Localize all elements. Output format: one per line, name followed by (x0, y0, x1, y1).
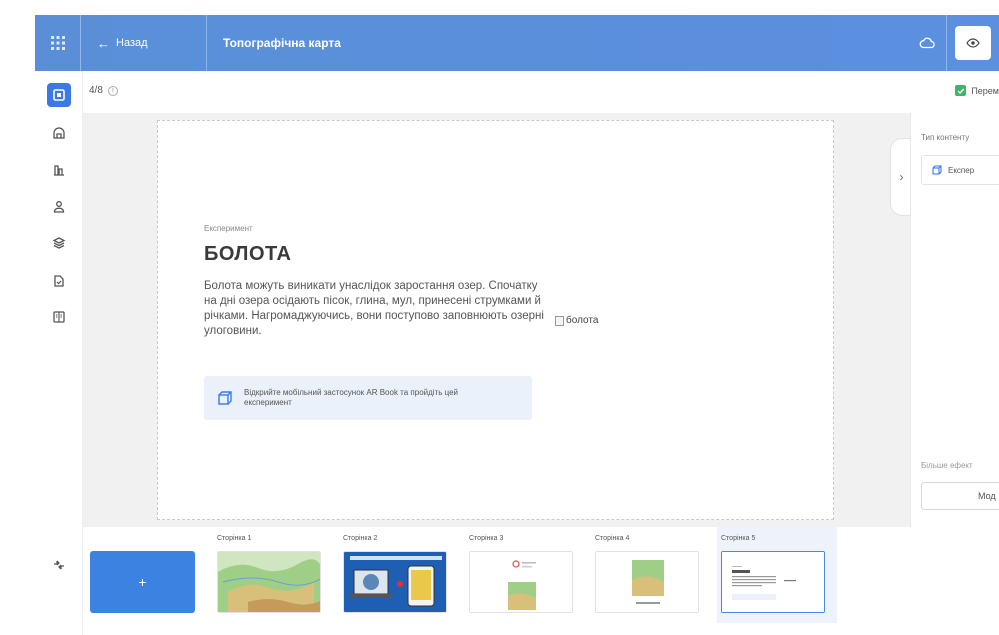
grid-icon (50, 36, 65, 50)
page-thumbnail-label: Сторінка 2 (343, 535, 378, 542)
content-type-label: Тип контенту (921, 133, 970, 142)
layers-icon (52, 237, 66, 249)
map-thumbnail-image (218, 552, 320, 612)
info-icon[interactable]: i (107, 85, 118, 96)
page-thumbnail-label: Сторінка 1 (217, 535, 252, 542)
page-thumbnail-5[interactable]: Сторінка 5 (717, 527, 837, 623)
page-thumbnail-3[interactable]: Сторінка 3 (465, 527, 585, 623)
mode-button-label: Мод (978, 491, 996, 501)
rail-library-button[interactable] (47, 305, 71, 329)
effects-label: Більше ефект (921, 461, 973, 470)
rail-slides-button[interactable] (47, 83, 71, 107)
rail-home-button[interactable] (47, 121, 71, 145)
plugin-icon (54, 560, 64, 570)
page-thumbnail-2[interactable]: Сторінка 2 (339, 527, 459, 623)
content-type-value: Експер (948, 165, 975, 175)
content-type-select[interactable]: Експер (921, 155, 999, 185)
users-icon (53, 201, 65, 213)
page-thumbnail-preview (343, 551, 447, 613)
slide-icon (53, 89, 65, 101)
slide-image-alt: болота (566, 315, 599, 326)
page-counter: 4/8 i (89, 85, 118, 96)
slide-image[interactable]: болота (555, 315, 598, 326)
checkbox-checked-icon[interactable] (955, 85, 967, 96)
cloud-icon (919, 37, 935, 49)
back-label: Назад (116, 37, 148, 49)
devices-thumbnail-image (344, 552, 446, 612)
back-button[interactable]: ← Назад (81, 15, 207, 71)
page-counter-text: 4/8 (89, 85, 103, 96)
add-page-button[interactable]: + (90, 551, 195, 613)
arrow-left-icon: ← (97, 35, 110, 51)
page-thumbnail-label: Сторінка 3 (469, 535, 504, 542)
rail-users-button[interactable] (47, 195, 71, 219)
preview-toggle-label: Перем (971, 85, 999, 96)
slide-type-label: Експеримент (204, 224, 253, 233)
page-thumbnail-preview (469, 551, 573, 613)
apps-grid-button[interactable] (35, 15, 81, 71)
ar-banner-text: Відкрийте мобільний застосунок AR Book т… (244, 388, 459, 407)
slide-body-text[interactable]: Болота можуть виникати унаслідок зароста… (204, 279, 544, 339)
page-thumbnail-4[interactable]: Сторінка 4 (591, 527, 711, 623)
mode-button[interactable]: Мод (921, 482, 999, 510)
app-window: ← Назад Топографічна карта 4/8 i Перем Е… (0, 0, 999, 635)
slide-thumbnail-image (722, 552, 824, 612)
eye-icon (966, 38, 980, 48)
rail-layers-button[interactable] (47, 231, 71, 255)
chevron-right-icon: › (899, 170, 904, 184)
rail-plugins-button[interactable] (47, 553, 71, 577)
plus-icon: + (138, 574, 147, 590)
broken-image-icon (555, 315, 564, 326)
properties-panel: Тип контенту Експер Більше ефект Мод (910, 113, 999, 527)
page-thumbnail-1[interactable]: Сторінка 1 (213, 527, 333, 623)
page-thumbnail-preview (595, 551, 699, 613)
cloud-sync-button[interactable] (907, 15, 947, 71)
panel-toggle-button[interactable]: › (890, 138, 912, 216)
rail-documents-button[interactable] (47, 269, 71, 293)
page-thumbnail-preview (721, 551, 825, 613)
page-thumbnail-label: Сторінка 5 (721, 535, 756, 542)
cube-icon (932, 165, 942, 175)
document-icon (54, 275, 64, 287)
cube-icon (218, 391, 232, 405)
top-bar: ← Назад Топографічна карта (35, 15, 999, 71)
book-icon (53, 311, 65, 323)
preview-toggle[interactable]: Перем (955, 85, 999, 96)
left-rail (35, 71, 83, 635)
slide-title[interactable]: БОЛОТА (204, 243, 291, 266)
chart-icon (54, 165, 64, 176)
rail-stats-button[interactable] (47, 158, 71, 182)
preview-button-wrap (947, 15, 999, 71)
page-thumbnail-preview (217, 551, 321, 613)
page-thumbnail-label: Сторінка 4 (595, 535, 630, 542)
slide-canvas[interactable]: Експеримент БОЛОТА Болота можуть виникат… (157, 120, 834, 520)
ar-book-banner[interactable]: Відкрийте мобільний застосунок AR Book т… (204, 376, 532, 420)
document-title: Топографічна карта (223, 36, 341, 50)
map-thumbnail-image (470, 552, 572, 612)
map-thumbnail-image (596, 552, 698, 612)
home-icon (53, 127, 65, 139)
preview-button[interactable] (955, 26, 991, 60)
editor-subheader: 4/8 i Перем (83, 71, 999, 113)
